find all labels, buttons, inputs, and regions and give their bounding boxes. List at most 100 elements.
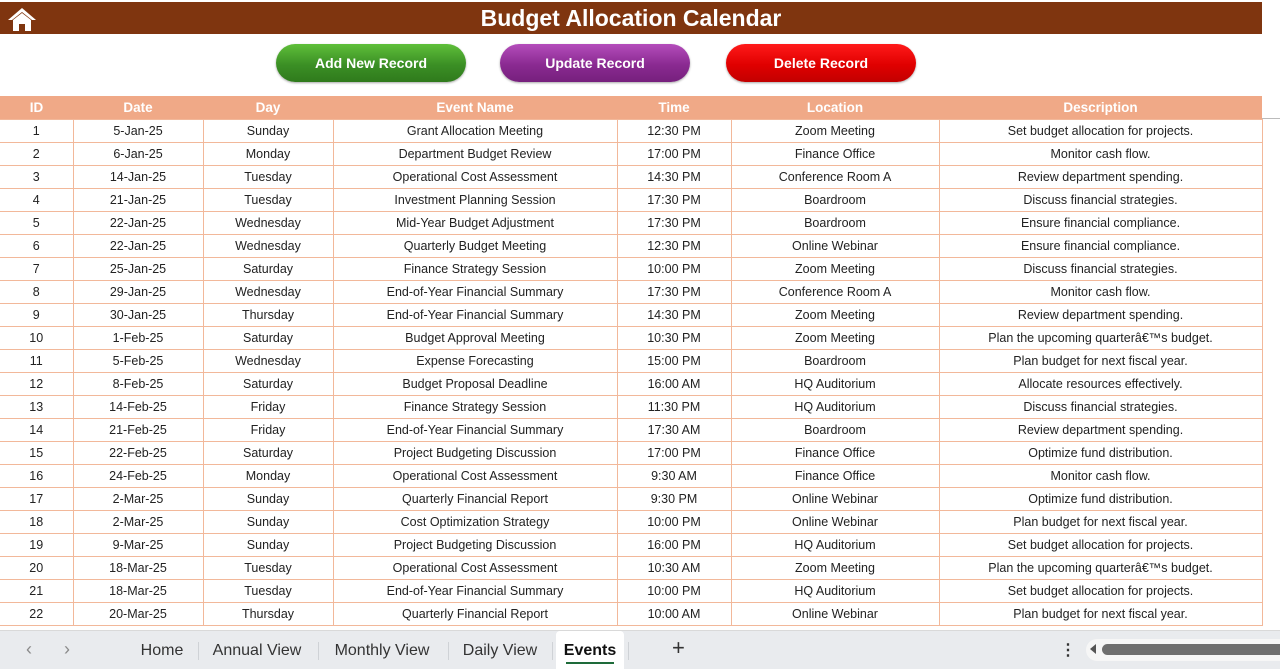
day-cell[interactable]: Tuesday (202, 555, 334, 580)
date-cell[interactable]: 29-Jan-25 (72, 279, 204, 304)
description-cell[interactable]: Discuss financial strategies. (938, 394, 1263, 419)
location-cell[interactable]: Zoom Meeting (730, 325, 940, 350)
description-cell[interactable]: Set budget allocation for projects. (938, 118, 1263, 143)
day-cell[interactable]: Saturday (202, 325, 334, 350)
date-cell[interactable]: 22-Feb-25 (72, 440, 204, 465)
time-cell[interactable]: 9:30 PM (616, 486, 732, 511)
event-name-cell[interactable]: Budget Proposal Deadline (332, 371, 618, 396)
event-name-cell[interactable]: End-of-Year Financial Summary (332, 578, 618, 603)
location-cell[interactable]: HQ Auditorium (730, 578, 940, 603)
date-cell[interactable]: 2-Mar-25 (72, 486, 204, 511)
date-cell[interactable]: 2-Mar-25 (72, 509, 204, 534)
date-cell[interactable]: 25-Jan-25 (72, 256, 204, 281)
event-name-cell[interactable]: Project Budgeting Discussion (332, 440, 618, 465)
id-cell[interactable]: 12 (0, 371, 74, 396)
time-cell[interactable]: 15:00 PM (616, 348, 732, 373)
time-cell[interactable]: 17:00 PM (616, 440, 732, 465)
description-cell[interactable]: Ensure financial compliance. (938, 233, 1263, 258)
column-header-description[interactable]: Description (939, 96, 1262, 119)
description-cell[interactable]: Discuss financial strategies. (938, 256, 1263, 281)
event-name-cell[interactable]: Operational Cost Assessment (332, 555, 618, 580)
id-cell[interactable]: 22 (0, 601, 74, 626)
location-cell[interactable]: Zoom Meeting (730, 118, 940, 143)
column-header-location[interactable]: Location (731, 96, 939, 119)
location-cell[interactable]: Finance Office (730, 141, 940, 166)
date-cell[interactable]: 30-Jan-25 (72, 302, 204, 327)
event-name-cell[interactable]: End-of-Year Financial Summary (332, 302, 618, 327)
time-cell[interactable]: 17:30 PM (616, 187, 732, 212)
date-cell[interactable]: 8-Feb-25 (72, 371, 204, 396)
column-header-date[interactable]: Date (73, 96, 203, 119)
day-cell[interactable]: Sunday (202, 486, 334, 511)
event-name-cell[interactable]: Finance Strategy Session (332, 256, 618, 281)
day-cell[interactable]: Friday (202, 394, 334, 419)
time-cell[interactable]: 10:00 AM (616, 601, 732, 626)
day-cell[interactable]: Saturday (202, 256, 334, 281)
date-cell[interactable]: 20-Mar-25 (72, 601, 204, 626)
date-cell[interactable]: 5-Jan-25 (72, 118, 204, 143)
day-cell[interactable]: Friday (202, 417, 334, 442)
time-cell[interactable]: 16:00 AM (616, 371, 732, 396)
time-cell[interactable]: 10:00 PM (616, 509, 732, 534)
time-cell[interactable]: 11:30 PM (616, 394, 732, 419)
time-cell[interactable]: 10:30 PM (616, 325, 732, 350)
day-cell[interactable]: Saturday (202, 371, 334, 396)
date-cell[interactable]: 14-Jan-25 (72, 164, 204, 189)
time-cell[interactable]: 14:30 PM (616, 164, 732, 189)
tab-monthly-view[interactable]: Monthly View (322, 631, 442, 670)
day-cell[interactable]: Thursday (202, 601, 334, 626)
description-cell[interactable]: Set budget allocation for projects. (938, 578, 1263, 603)
column-header-event-name[interactable]: Event Name (333, 96, 617, 119)
day-cell[interactable]: Sunday (202, 532, 334, 557)
id-cell[interactable]: 16 (0, 463, 74, 488)
date-cell[interactable]: 21-Feb-25 (72, 417, 204, 442)
date-cell[interactable]: 21-Jan-25 (72, 187, 204, 212)
event-name-cell[interactable]: Department Budget Review (332, 141, 618, 166)
description-cell[interactable]: Plan budget for next fiscal year. (938, 601, 1263, 626)
event-name-cell[interactable]: Grant Allocation Meeting (332, 118, 618, 143)
location-cell[interactable]: Online Webinar (730, 486, 940, 511)
date-cell[interactable]: 1-Feb-25 (72, 325, 204, 350)
description-cell[interactable]: Allocate resources effectively. (938, 371, 1263, 396)
time-cell[interactable]: 17:00 PM (616, 141, 732, 166)
description-cell[interactable]: Monitor cash flow. (938, 141, 1263, 166)
id-cell[interactable]: 20 (0, 555, 74, 580)
date-cell[interactable]: 6-Jan-25 (72, 141, 204, 166)
chevron-right-icon[interactable]: › (64, 639, 70, 660)
date-cell[interactable]: 22-Jan-25 (72, 233, 204, 258)
description-cell[interactable]: Plan budget for next fiscal year. (938, 509, 1263, 534)
date-cell[interactable]: 9-Mar-25 (72, 532, 204, 557)
time-cell[interactable]: 12:30 PM (616, 118, 732, 143)
id-cell[interactable]: 13 (0, 394, 74, 419)
time-cell[interactable]: 14:30 PM (616, 302, 732, 327)
description-cell[interactable]: Monitor cash flow. (938, 463, 1263, 488)
chevron-left-icon[interactable]: ‹ (26, 639, 32, 660)
day-cell[interactable]: Tuesday (202, 164, 334, 189)
id-cell[interactable]: 18 (0, 509, 74, 534)
tab-daily-view[interactable]: Daily View (452, 631, 548, 670)
location-cell[interactable]: Zoom Meeting (730, 555, 940, 580)
event-name-cell[interactable]: End-of-Year Financial Summary (332, 417, 618, 442)
id-cell[interactable]: 2 (0, 141, 74, 166)
time-cell[interactable]: 17:30 AM (616, 417, 732, 442)
event-name-cell[interactable]: Budget Approval Meeting (332, 325, 618, 350)
delete-record-button[interactable]: Delete Record (726, 44, 916, 82)
event-name-cell[interactable]: Quarterly Financial Report (332, 486, 618, 511)
location-cell[interactable]: Online Webinar (730, 233, 940, 258)
location-cell[interactable]: Zoom Meeting (730, 302, 940, 327)
column-header-id[interactable]: ID (0, 96, 73, 119)
event-name-cell[interactable]: Cost Optimization Strategy (332, 509, 618, 534)
day-cell[interactable]: Thursday (202, 302, 334, 327)
event-name-cell[interactable]: Operational Cost Assessment (332, 164, 618, 189)
id-cell[interactable]: 5 (0, 210, 74, 235)
event-name-cell[interactable]: Quarterly Budget Meeting (332, 233, 618, 258)
location-cell[interactable]: Online Webinar (730, 509, 940, 534)
day-cell[interactable]: Wednesday (202, 279, 334, 304)
date-cell[interactable]: 5-Feb-25 (72, 348, 204, 373)
description-cell[interactable]: Review department spending. (938, 164, 1263, 189)
column-header-day[interactable]: Day (203, 96, 333, 119)
day-cell[interactable]: Wednesday (202, 233, 334, 258)
more-vertical-icon[interactable]: ⋮ (1060, 640, 1076, 660)
plus-icon[interactable]: + (672, 635, 685, 661)
id-cell[interactable]: 4 (0, 187, 74, 212)
